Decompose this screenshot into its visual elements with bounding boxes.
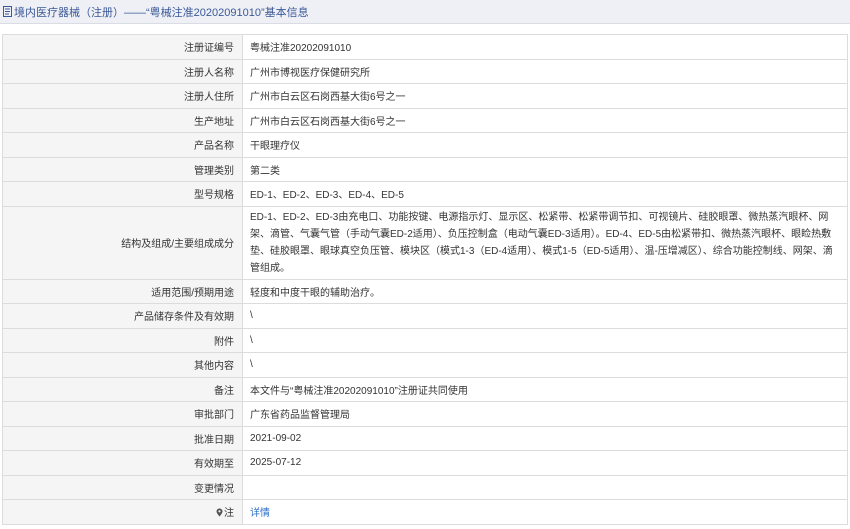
table-row: 产品储存条件及有效期 \: [2, 303, 848, 329]
table-row: 其他内容 \: [2, 352, 848, 378]
row-value: \: [242, 352, 848, 378]
row-label: 注册人名称: [2, 58, 243, 84]
row-value: 第二类: [242, 156, 848, 182]
row-label: 注册证编号: [2, 34, 243, 60]
row-label: 产品储存条件及有效期: [2, 303, 243, 329]
row-value: 粤械注准20202091010: [242, 34, 848, 60]
page-title: 境内医疗器械（注册）——“粤械注准20202091010”基本信息: [14, 6, 309, 19]
details-link[interactable]: 详情: [250, 508, 270, 519]
row-label: 变更情况: [2, 474, 243, 500]
table-row: 管理类别 第二类: [2, 156, 848, 182]
table-row: 附件 \: [2, 327, 848, 353]
row-value: 广东省药品监督管理局: [242, 401, 848, 427]
row-value: 广州市白云区石岗西基大街6号之一: [242, 83, 848, 109]
table-row: 备注 本文件与“粤械注准20202091010”注册证共同使用: [2, 376, 848, 402]
table-row: 注 详情: [2, 499, 848, 525]
table-row: 注册人名称 广州市博视医疗保健研究所: [2, 58, 848, 84]
row-value: 本文件与“粤械注准20202091010”注册证共同使用: [242, 376, 848, 402]
row-value: ED-1、ED-2、ED-3、ED-4、ED-5: [242, 181, 848, 207]
map-pin-icon: [216, 508, 223, 517]
row-value: 广州市博视医疗保健研究所: [242, 58, 848, 84]
table-row: 注册证编号 粤械注准20202091010: [2, 34, 848, 60]
table-row: 变更情况: [2, 474, 848, 500]
row-value: 干眼理疗仪: [242, 132, 848, 158]
row-label: 注册人住所: [2, 83, 243, 109]
row-label: 审批部门: [2, 401, 243, 427]
table-row: 产品名称 干眼理疗仪: [2, 132, 848, 158]
row-value: 2021-09-02: [242, 425, 848, 451]
table-row: 审批部门 广东省药品监督管理局: [2, 401, 848, 427]
row-value: 轻度和中度干眼的辅助治疗。: [242, 278, 848, 304]
note-label-cell: 注: [2, 499, 243, 525]
row-value: 广州市白云区石岗西基大街6号之一: [242, 107, 848, 133]
table-row: 适用范围/预期用途 轻度和中度干眼的辅助治疗。: [2, 278, 848, 304]
table-row: 注册人住所 广州市白云区石岗西基大街6号之一: [2, 83, 848, 109]
row-value: \: [242, 303, 848, 329]
row-label: 有效期至: [2, 450, 243, 476]
row-label: 型号规格: [2, 181, 243, 207]
row-label: 注: [224, 508, 234, 520]
row-value: \: [242, 327, 848, 353]
row-label: 附件: [2, 327, 243, 353]
table-row: 批准日期 2021-09-02: [2, 425, 848, 451]
row-label: 管理类别: [2, 156, 243, 182]
row-label: 批准日期: [2, 425, 243, 451]
row-label: 生产地址: [2, 107, 243, 133]
document-icon: [3, 6, 12, 17]
row-value: ED-1、ED-2、ED-3由充电口、功能按键、电源指示灯、显示区、松紧带、松紧…: [242, 205, 848, 280]
table-row: 生产地址 广州市白云区石岗西基大街6号之一: [2, 107, 848, 133]
info-table: 注册证编号 粤械注准20202091010 注册人名称 广州市博视医疗保健研究所…: [2, 34, 848, 525]
row-label: 结构及组成/主要组成成分: [2, 205, 243, 280]
row-label: 产品名称: [2, 132, 243, 158]
table-row: 结构及组成/主要组成成分 ED-1、ED-2、ED-3由充电口、功能按键、电源指…: [2, 205, 848, 280]
row-value: [242, 474, 848, 500]
row-label: 备注: [2, 376, 243, 402]
row-value: 2025-07-12: [242, 450, 848, 476]
info-table-container: 注册证编号 粤械注准20202091010 注册人名称 广州市博视医疗保健研究所…: [2, 34, 848, 525]
page-header: 境内医疗器械（注册）——“粤械注准20202091010”基本信息: [0, 0, 850, 24]
row-label: 其他内容: [2, 352, 243, 378]
row-value-cell: 详情: [242, 499, 848, 525]
table-row: 有效期至 2025-07-12: [2, 450, 848, 476]
row-label: 适用范围/预期用途: [2, 278, 243, 304]
table-row: 型号规格 ED-1、ED-2、ED-3、ED-4、ED-5: [2, 181, 848, 207]
